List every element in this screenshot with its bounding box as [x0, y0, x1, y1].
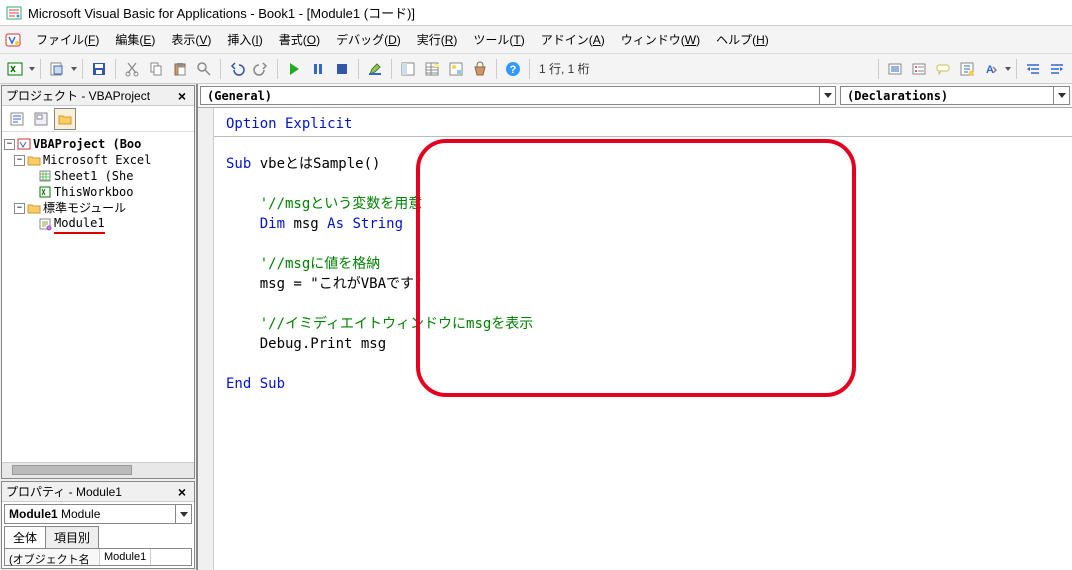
svg-text:A: A: [986, 64, 994, 76]
list-properties-button[interactable]: [884, 58, 906, 80]
menu-tools[interactable]: ツール(T): [465, 27, 532, 52]
insert-module-button[interactable]: [46, 58, 68, 80]
view-excel-dropdown[interactable]: [28, 58, 35, 80]
quick-info-button[interactable]: [932, 58, 954, 80]
code-text[interactable]: Option Explicit Sub vbeとはSample() '//msg…: [198, 108, 1072, 400]
properties-tab-all[interactable]: 全体: [4, 526, 46, 548]
project-panel-close-icon[interactable]: ×: [174, 88, 190, 104]
save-button[interactable]: [88, 58, 110, 80]
tree-root[interactable]: − VBAProject (Boo: [4, 136, 192, 152]
paste-button[interactable]: [169, 58, 191, 80]
copy-button[interactable]: [145, 58, 167, 80]
folder-icon: [27, 202, 41, 214]
cursor-position-label: 1 行, 1 桁: [539, 60, 590, 77]
properties-grid[interactable]: (オブジェクト名 Module1: [4, 548, 192, 566]
view-object-button[interactable]: [30, 108, 52, 130]
code-pane: (General) (Declarations) Option Explicit…: [196, 84, 1072, 570]
view-code-button[interactable]: [6, 108, 28, 130]
main-toolbar: ? 1 行, 1 桁 A: [0, 54, 1072, 84]
project-hscrollbar[interactable]: [2, 462, 194, 478]
cut-button[interactable]: [121, 58, 143, 80]
break-button[interactable]: [307, 58, 329, 80]
project-explorer-panel: プロジェクト - VBAProject × − VBAProject (Boo …: [1, 85, 195, 479]
complete-word-dropdown[interactable]: [1004, 58, 1011, 80]
project-panel-title: プロジェクト - VBAProject: [6, 87, 150, 104]
code-editor[interactable]: Option Explicit Sub vbeとはSample() '//msg…: [198, 108, 1072, 570]
app-icon: [6, 5, 22, 21]
chevron-down-icon[interactable]: [819, 87, 835, 104]
redo-button[interactable]: [250, 58, 272, 80]
property-name-cell: (オブジェクト名: [5, 549, 100, 565]
menu-help[interactable]: ヘルプ(H): [708, 27, 777, 52]
properties-tab-byitem[interactable]: 項目別: [45, 526, 99, 548]
menu-addin[interactable]: アドイン(A): [533, 27, 613, 52]
toolbox-button[interactable]: [469, 58, 491, 80]
object-browser-button[interactable]: [445, 58, 467, 80]
project-explorer-button[interactable]: [397, 58, 419, 80]
design-mode-button[interactable]: [364, 58, 386, 80]
left-column: プロジェクト - VBAProject × − VBAProject (Boo …: [0, 84, 196, 570]
project-tree[interactable]: − VBAProject (Boo − Microsoft Excel Shee…: [2, 132, 194, 462]
insert-dropdown[interactable]: [70, 58, 77, 80]
menu-insert[interactable]: 挿入(I): [219, 27, 270, 52]
properties-panel-close-icon[interactable]: ×: [174, 484, 190, 500]
collapse-icon[interactable]: −: [14, 203, 25, 214]
help-button[interactable]: ?: [502, 58, 524, 80]
svg-text:?: ?: [510, 64, 517, 76]
menu-bar: ファイル(F) 編集(E) 表示(V) 挿入(I) 書式(O) デバッグ(D) …: [0, 26, 1072, 54]
tree-thisworkbook[interactable]: ThisWorkboo: [4, 184, 192, 200]
indent-button[interactable]: [1022, 58, 1044, 80]
window-title: Microsoft Visual Basic for Applications …: [28, 3, 415, 22]
property-value-cell[interactable]: Module1: [100, 549, 151, 565]
properties-panel-title: プロパティ - Module1: [6, 483, 122, 500]
view-excel-button[interactable]: [4, 58, 26, 80]
main-area: プロジェクト - VBAProject × − VBAProject (Boo …: [0, 84, 1072, 570]
properties-object-combo[interactable]: Module1 Module: [4, 504, 192, 524]
menu-view[interactable]: 表示(V): [163, 27, 219, 52]
procedure-combo[interactable]: (Declarations): [840, 86, 1070, 105]
list-constants-button[interactable]: [908, 58, 930, 80]
run-button[interactable]: [283, 58, 305, 80]
properties-panel: プロパティ - Module1 × Module1 Module 全体 項目別 …: [1, 481, 195, 569]
chevron-down-icon[interactable]: [175, 505, 191, 523]
find-button[interactable]: [193, 58, 215, 80]
parameter-info-button[interactable]: [956, 58, 978, 80]
menu-format[interactable]: 書式(O): [271, 27, 328, 52]
menu-file[interactable]: ファイル(F): [28, 27, 107, 52]
object-combo[interactable]: (General): [200, 86, 836, 105]
project-toolbar: [2, 106, 194, 132]
title-bar: Microsoft Visual Basic for Applications …: [0, 0, 1072, 26]
collapse-icon[interactable]: −: [4, 139, 15, 150]
menu-run[interactable]: 実行(R): [409, 27, 466, 52]
chevron-down-icon[interactable]: [1053, 87, 1069, 104]
menu-debug[interactable]: デバッグ(D): [328, 27, 409, 52]
complete-word-button[interactable]: A: [980, 58, 1002, 80]
tree-excel-group[interactable]: − Microsoft Excel: [4, 152, 192, 168]
vbaproject-icon: [17, 137, 31, 151]
vba-icon: [4, 31, 22, 49]
code-header: (General) (Declarations): [198, 84, 1072, 108]
module-icon: [38, 217, 52, 231]
worksheet-icon: [38, 169, 52, 183]
menu-edit[interactable]: 編集(E): [107, 27, 163, 52]
folder-icon: [27, 154, 41, 166]
collapse-icon[interactable]: −: [14, 155, 25, 166]
undo-button[interactable]: [226, 58, 248, 80]
tree-module1[interactable]: Module1: [4, 216, 192, 232]
properties-window-button[interactable]: [421, 58, 443, 80]
outdent-button[interactable]: [1046, 58, 1068, 80]
workbook-icon: [38, 185, 52, 199]
code-gutter: [198, 108, 214, 570]
tree-sheet1[interactable]: Sheet1 (She: [4, 168, 192, 184]
toggle-folders-button[interactable]: [54, 108, 76, 130]
menu-window[interactable]: ウィンドウ(W): [613, 27, 708, 52]
reset-button[interactable]: [331, 58, 353, 80]
